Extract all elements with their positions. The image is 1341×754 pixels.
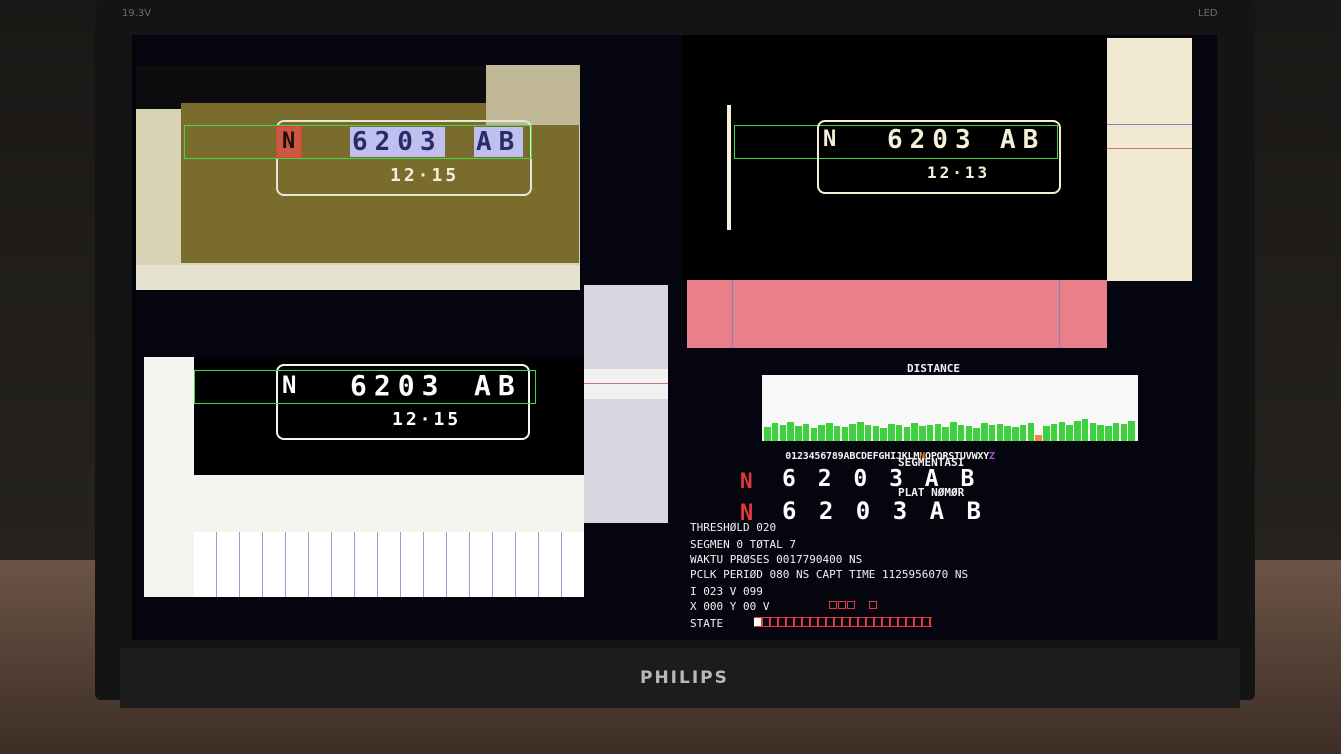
segmen-readout: SEGMEN 0 TØTAL 7 <box>690 538 796 551</box>
distance-bar <box>1004 426 1011 441</box>
distance-bar <box>864 425 872 441</box>
monitor-model-label: 19.3V <box>122 8 152 19</box>
waktu-proses-readout: WAKTU PRØSES 0017790400 NS <box>690 553 863 566</box>
monitor-screen: N 6203 AB 12·15 N 6203 AB 12·13 N 6203 A… <box>132 35 1217 640</box>
distance-bar <box>833 426 841 441</box>
binary-panel-top-right: N 6203 AB 12·13 <box>682 35 1107 280</box>
distance-bar <box>1105 426 1112 441</box>
distance-bar <box>857 422 864 441</box>
plate-number: 6203 <box>887 125 978 155</box>
xy-readout: X 000 Y 00 V <box>690 600 770 613</box>
distance-bar <box>787 422 794 441</box>
distance-bar <box>826 423 833 441</box>
threshold-readout: THRESHØLD 020 <box>690 521 777 534</box>
plate-number: 6203 <box>350 127 445 157</box>
distance-bar <box>911 423 918 441</box>
distance-bar <box>1050 424 1058 441</box>
pclk-readout: PCLK PERIØD 080 NS CAPT TIME 1125956070 … <box>690 568 969 581</box>
distance-bar <box>895 425 903 441</box>
plate-letter: N <box>282 371 304 399</box>
distance-bar <box>1012 427 1019 441</box>
projection-strip-right <box>1107 38 1192 281</box>
horizontal-projection-panel <box>687 280 1107 348</box>
distance-bar <box>1043 426 1050 441</box>
distance-bar <box>802 424 810 441</box>
char-axis-last: Z <box>989 451 995 462</box>
distance-bar <box>849 424 856 441</box>
distance-bar <box>872 426 880 441</box>
distance-bar <box>996 424 1004 441</box>
distance-bar <box>795 426 802 441</box>
distance-bar <box>1097 425 1104 441</box>
distance-bar <box>1128 421 1135 441</box>
distance-bar <box>957 425 965 441</box>
state-progress-boxes <box>754 617 932 627</box>
distance-bar <box>1112 423 1120 441</box>
plate-letter: N <box>823 127 844 152</box>
plate-subtext: 12·15 <box>392 409 462 430</box>
distance-bar <box>764 427 771 441</box>
distance-bar <box>841 427 849 441</box>
segmentasi-first-char: N <box>740 469 760 493</box>
plate-letter: N <box>282 129 303 154</box>
distance-bar <box>771 423 779 441</box>
plate-number: 6203 <box>350 369 446 402</box>
distance-bar <box>818 425 825 441</box>
monitor-brand-logo: PHILIPS <box>640 668 729 688</box>
distance-bar <box>981 423 988 441</box>
distance-bar <box>1066 425 1073 441</box>
distance-bar <box>1074 421 1081 441</box>
plate-suffix: AB <box>474 127 524 157</box>
plate-suffix: AB <box>474 369 522 402</box>
iv-readout: I 023 V 099 <box>690 585 763 598</box>
state-label: STATE <box>690 617 724 630</box>
binary-panel-mid-left: N 6203 AB 12·15 <box>144 357 584 597</box>
monitor-led-label: LED <box>1198 8 1218 19</box>
distance-bar <box>942 427 949 441</box>
distance-bar <box>1120 424 1128 441</box>
distance-bar <box>988 425 996 441</box>
distance-bar <box>1035 435 1042 441</box>
distance-bar <box>888 424 895 441</box>
plate-subtext: 12·13 <box>927 163 991 182</box>
distance-histogram <box>762 375 1138 441</box>
distance-bar <box>1081 419 1089 441</box>
plate-subtext: 12·15 <box>390 165 460 186</box>
distance-bar <box>926 425 934 441</box>
camera-panel-top-left: N 6203 AB 12·15 <box>136 65 580 290</box>
distance-bar <box>779 425 787 441</box>
grey-side-panel <box>584 285 668 523</box>
distance-bar <box>934 424 942 441</box>
distance-bar <box>950 422 957 441</box>
plate-suffix: AB <box>1000 125 1046 155</box>
vertical-projection-strip <box>194 532 584 597</box>
plat-nomor-chars: 6 2 0 3 A B <box>782 497 985 525</box>
distance-bar <box>903 427 911 441</box>
distance-bar <box>1058 422 1066 441</box>
distance-bar <box>965 426 973 441</box>
distance-title: DISTANCE <box>907 362 960 375</box>
distance-bar <box>1019 425 1027 441</box>
distance-bar <box>919 426 926 441</box>
distance-bar <box>1027 423 1035 441</box>
distance-bar <box>1089 423 1097 441</box>
